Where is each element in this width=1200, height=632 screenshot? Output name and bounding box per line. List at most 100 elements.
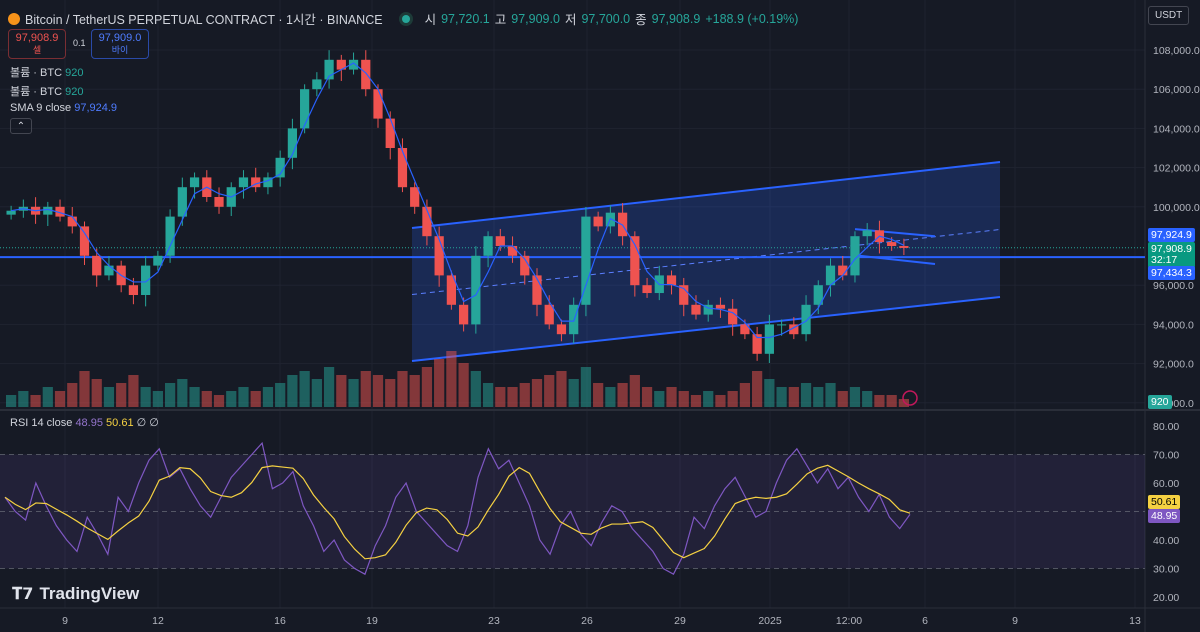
- price-tick-label: 92,000.0: [1153, 359, 1194, 371]
- volume-bar: [544, 375, 555, 407]
- time-tick-label: 9: [62, 615, 68, 627]
- legend-volume-1[interactable]: 볼륨 · BTC 920: [10, 64, 83, 80]
- tradingview-logo[interactable]: 𝐓𝟳 TradingView: [12, 584, 139, 604]
- volume-bar: [226, 391, 237, 407]
- time-tick-label: 19: [366, 615, 378, 627]
- rsi-value: 48.95: [75, 417, 103, 429]
- low-label: 저: [564, 13, 577, 27]
- buy-label: 바이: [111, 45, 129, 55]
- volume-bar: [752, 371, 763, 407]
- symbol-title[interactable]: Bitcoin / TetherUS PERPETUAL CONTRACT · …: [25, 9, 383, 28]
- open-value: 97,720.1: [441, 11, 490, 26]
- rsi-tick-label: 30.00: [1153, 564, 1179, 576]
- sell-button[interactable]: 97,908.9 셀: [8, 29, 66, 59]
- candle-body: [556, 324, 567, 335]
- volume-bar: [727, 391, 738, 407]
- volume-bar: [886, 395, 897, 407]
- legend-value: 97,924.9: [74, 102, 118, 114]
- candle-body: [459, 304, 469, 325]
- volume-bar: [837, 391, 848, 407]
- brand-name: TradingView: [39, 584, 140, 603]
- price-tick-label: 104,000.0: [1153, 123, 1200, 135]
- time-tick-label: 26: [581, 615, 593, 627]
- close-label: 종: [635, 13, 647, 27]
- volume-bar: [666, 387, 677, 407]
- volume-bar: [79, 371, 90, 407]
- open-label: 시: [424, 13, 437, 27]
- legend-volume-2[interactable]: 볼륨 · BTC 920: [10, 83, 83, 99]
- candle-body: [104, 265, 114, 276]
- sma-price-tag: 97,924.9: [1148, 228, 1195, 242]
- volume-bar: [862, 391, 873, 407]
- high-value: 97,909.0: [511, 11, 560, 26]
- volume-bar: [6, 395, 17, 407]
- volume-bar: [678, 391, 689, 407]
- candle-body: [397, 148, 408, 188]
- volume-bar: [764, 379, 775, 407]
- volume-bar: [323, 367, 335, 407]
- time-tick-label: 9: [1012, 615, 1018, 627]
- volume-bar: [800, 383, 812, 407]
- chevron-up-icon[interactable]: ⌃: [10, 118, 32, 134]
- volume-bar: [67, 383, 78, 407]
- volume-bar: [385, 379, 396, 407]
- rsi-tick-label: 20.00: [1153, 592, 1179, 604]
- volume-bar: [348, 379, 359, 407]
- volume-bar: [617, 383, 628, 407]
- time-tick-label: 29: [674, 615, 686, 627]
- volume-bar: [421, 367, 433, 407]
- legend-sma[interactable]: SMA 9 close 97,924.9: [10, 102, 117, 114]
- sell-price: 97,908.9: [15, 32, 59, 44]
- volume-bar: [825, 383, 836, 407]
- candle-body: [666, 275, 677, 286]
- volume-bar: [470, 371, 481, 407]
- volume-bar: [164, 383, 176, 407]
- rsi-tag: 48.95: [1148, 509, 1181, 523]
- volume-bar: [654, 391, 665, 407]
- bar-countdown: 32:17: [1151, 254, 1178, 266]
- change-value: +188.9 (+0.19%): [705, 11, 799, 26]
- time-tick-label: 23: [488, 615, 500, 627]
- volume-bar: [580, 367, 592, 407]
- volume-bar: [629, 375, 640, 407]
- volume-bar: [311, 379, 322, 407]
- candle-body: [92, 255, 102, 276]
- price-tick-label: 94,000.0: [1153, 319, 1194, 331]
- close-value: 97,908.9: [651, 11, 701, 26]
- candle-body: [630, 236, 640, 286]
- volume-bar: [103, 387, 115, 407]
- volume-bar: [213, 395, 225, 407]
- candle-body: [6, 210, 16, 215]
- volume-bar: [593, 383, 604, 407]
- volume-bar: [128, 375, 139, 407]
- rsi-legend[interactable]: RSI 14 close 48.95 50.61 ∅ ∅: [10, 416, 159, 429]
- candle-body: [410, 187, 420, 207]
- rsi-ma-tag: 50.61: [1148, 495, 1181, 509]
- volume-bar: [507, 387, 518, 407]
- chart-canvas[interactable]: 108,000.0 106,000.0 104,000.0 102,000.0 100,…: [0, 0, 1200, 632]
- candle-body: [715, 304, 726, 309]
- currency-selector[interactable]: USDT: [1148, 6, 1190, 25]
- buy-button[interactable]: 97,909.0 바이: [91, 29, 149, 59]
- volume-tag: 920: [1148, 395, 1172, 409]
- candle-body: [238, 177, 249, 188]
- candle-body: [862, 230, 872, 237]
- volume-bar: [18, 391, 29, 407]
- volume-bar: [54, 391, 66, 407]
- candle-body: [483, 236, 493, 256]
- volume-bar: [641, 387, 653, 407]
- candle-body: [764, 324, 774, 354]
- buy-price: 97,909.0: [98, 32, 142, 44]
- candle-body: [79, 226, 90, 256]
- symbol-header: Bitcoin / TetherUS PERPETUAL CONTRACT · …: [8, 9, 798, 28]
- rsi-extra: ∅ ∅: [136, 417, 159, 429]
- volume-bar: [140, 387, 151, 407]
- time-tick-label: 13: [1129, 615, 1141, 627]
- time-tick-label: 12: [152, 615, 164, 627]
- volume-bar: [152, 391, 163, 407]
- candle-body: [373, 89, 383, 119]
- candle-body: [776, 324, 787, 326]
- volume-bar: [788, 387, 799, 407]
- price-tick-label: 106,000.0: [1153, 84, 1200, 96]
- volume-bar: [372, 375, 384, 407]
